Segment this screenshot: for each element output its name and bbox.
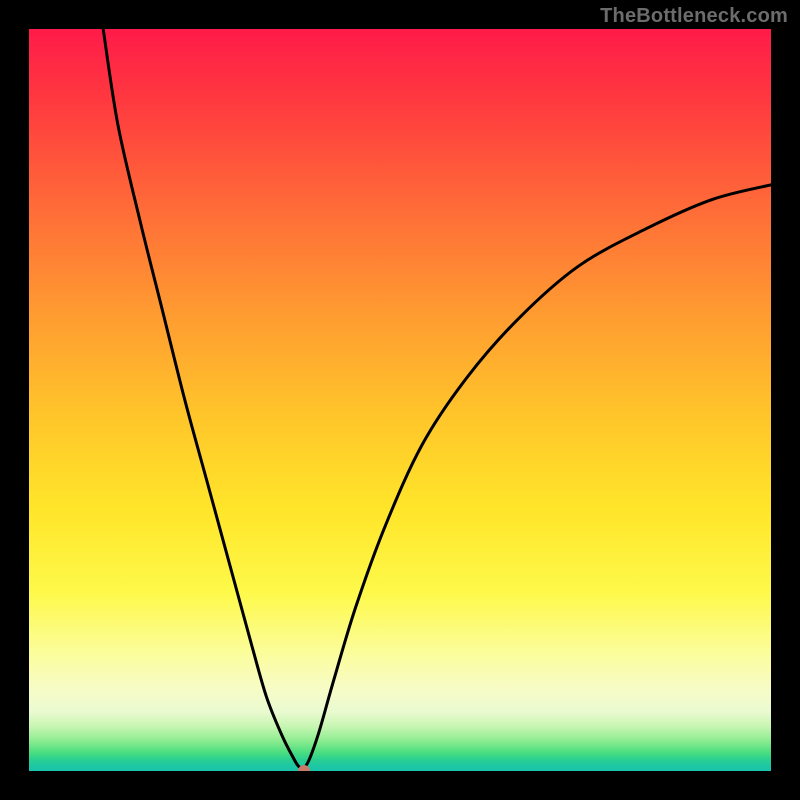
curve-svg bbox=[29, 29, 771, 771]
bottleneck-curve bbox=[103, 29, 771, 768]
chart-container: TheBottleneck.com bbox=[0, 0, 800, 800]
minimum-marker bbox=[298, 765, 310, 771]
plot-area bbox=[29, 29, 771, 771]
watermark-text: TheBottleneck.com bbox=[600, 5, 788, 28]
